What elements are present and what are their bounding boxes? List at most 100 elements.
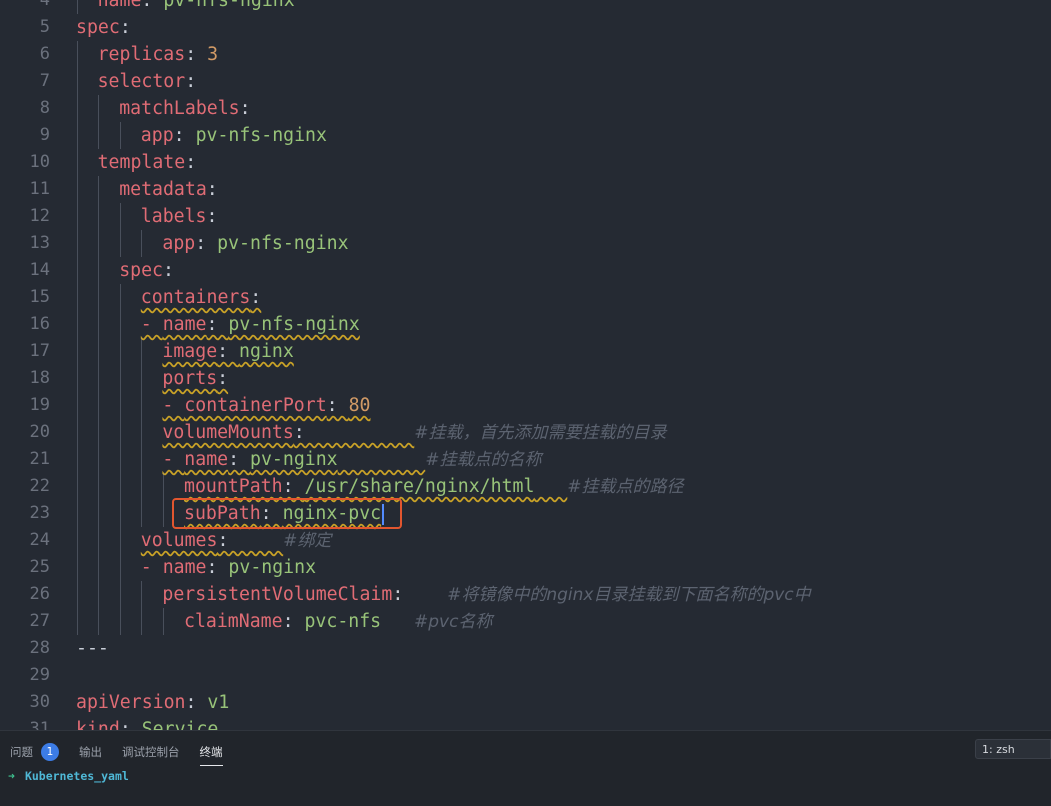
code-token: labels [140,206,207,227]
code-line[interactable]: 14 spec: [0,257,1051,284]
code-line[interactable]: 27 claimName: pvc-nfs #pvc名称 [0,608,1051,635]
line-number: 22 [29,476,50,496]
code-token: pvc-nfs [304,611,382,632]
code-line[interactable]: 17 image: nginx [0,338,1051,365]
code-token: #挂载，首先添加需要挂载的目录 [414,423,667,443]
line-number: 16 [29,314,50,334]
indent-guide [77,257,78,284]
tab-output[interactable]: 输出 [79,739,102,765]
code-text: selector: [98,68,197,95]
code-line[interactable]: 16 - name: pv-nfs-nginx [0,311,1051,338]
tab-output-label: 输出 [79,745,102,759]
code-token: image [162,341,218,362]
code-line[interactable]: 30 apiVersion: v1 [0,689,1051,716]
indent-guide [98,446,99,473]
code-token: apiVersion [76,692,186,713]
code-line[interactable]: 7 selector: [0,68,1051,95]
code-token: : [392,584,448,605]
indent-guide [120,419,121,446]
terminal-prompt[interactable]: ➜ Kubernetes_yaml [8,769,129,783]
code-text: persistentVolumeClaim: #将镜像中的nginx目录挂载到下… [162,581,810,609]
indent-guide [120,473,121,500]
code-line[interactable]: 5 spec: [0,14,1051,41]
code-line[interactable]: 8 matchLabels: [0,95,1051,122]
indent-guide [98,95,99,122]
code-token: 3 [207,44,219,65]
code-token: #挂载点的路径 [567,477,684,497]
indent-guide [120,122,121,149]
code-text: image: nginx [162,338,293,365]
tab-debug-console[interactable]: 调试控制台 [122,739,180,765]
indent-guide [98,554,99,581]
code-line[interactable]: 13 app: pv-nfs-nginx [0,230,1051,257]
code-line[interactable]: 24 volumes: #绑定 [0,527,1051,554]
line-number: 29 [29,665,50,685]
code-token: - [162,395,185,416]
code-line[interactable]: 6 replicas: 3 [0,41,1051,68]
code-line[interactable]: 29 [0,662,1051,689]
code-line[interactable]: 9 app: pv-nfs-nginx [0,122,1051,149]
line-number: 21 [29,449,50,469]
code-token: : [326,395,349,416]
tab-problems[interactable]: 问题 1 [10,739,59,765]
code-text: app: pv-nfs-nginx [162,230,348,257]
code-line[interactable]: 21 - name: pv-nginx #挂载点的名称 [0,446,1051,473]
code-line[interactable]: 26 persistentVolumeClaim: #将镜像中的nginx目录挂载… [0,581,1051,608]
line-number: 10 [29,152,50,172]
code-token: - [162,449,185,470]
code-token: name [184,449,229,470]
tab-terminal-label: 终端 [199,745,223,759]
code-text: mountPath: /usr/share/nginx/html #挂载点的路径 [184,473,684,501]
indent-guide [141,446,142,473]
code-token: - [140,557,163,578]
code-text: spec: [76,14,131,41]
code-line[interactable]: 4 name: pv-nfs-nginx [0,0,1051,14]
terminal-select[interactable]: 1: zsh [975,739,1051,759]
code-token: v1 [207,692,230,713]
indent-guide [141,230,142,257]
code-line[interactable]: 15 containers: [0,284,1051,311]
line-number: 30 [29,692,50,712]
highlight-box [172,498,402,529]
code-line[interactable]: 22 mountPath: /usr/share/nginx/html #挂载点的… [0,473,1051,500]
code-line[interactable]: 10 template: [0,149,1051,176]
code-line[interactable]: 23 subPath: nginx-pvc [0,500,1051,527]
indent-guide [98,338,99,365]
indent-guide [77,284,78,311]
indent-guide [98,365,99,392]
line-number: 28 [29,638,50,658]
code-token: : [228,449,251,470]
tab-terminal[interactable]: 终端 [199,739,223,766]
indent-guide [98,203,99,230]
code-text: - name: pv-nfs-nginx [141,311,360,338]
indent-guide [77,527,78,554]
code-token: volumeMounts [162,422,294,443]
code-token: kind [76,719,120,730]
indent-guide [77,365,78,392]
line-number: 4 [39,0,50,10]
code-token: pv-nfs-nginx [163,0,295,11]
indent-guide [77,500,78,527]
code-line[interactable]: 28 --- [0,635,1051,662]
code-lines: 4 name: pv-nfs-nginx 5 spec: 6 replicas: 3 7 se… [0,0,1051,730]
code-line[interactable]: 25 - name: pv-nginx [0,554,1051,581]
code-token: name [97,0,142,11]
code-line[interactable]: 18 ports: [0,365,1051,392]
indent-guide [98,419,99,446]
indent-guide [77,230,78,257]
line-number: 26 [29,584,50,604]
code-text: ports: [162,365,228,392]
code-line[interactable]: 11 metadata: [0,176,1051,203]
code-token: #将镜像中的nginx目录挂载到下面名称的pvc中 [447,585,811,605]
code-editor[interactable]: 4 name: pv-nfs-nginx 5 spec: 6 replicas: 3 7 se… [0,0,1051,730]
code-line[interactable]: 12 labels: [0,203,1051,230]
code-token: persistentVolumeClaim [162,584,393,605]
code-line[interactable]: 31 kind: Service [0,716,1051,730]
code-line[interactable]: 19 - containerPort: 80 [0,392,1051,419]
indent-guide [141,338,142,365]
bottom-panel: 问题 1 输出 调试控制台 终端 1: zsh ➜ Kubernetes_yam… [0,730,1051,806]
code-line[interactable]: 20 volumeMounts: #挂载，首先添加需要挂载的目录 [0,419,1051,446]
indent-guide [98,311,99,338]
